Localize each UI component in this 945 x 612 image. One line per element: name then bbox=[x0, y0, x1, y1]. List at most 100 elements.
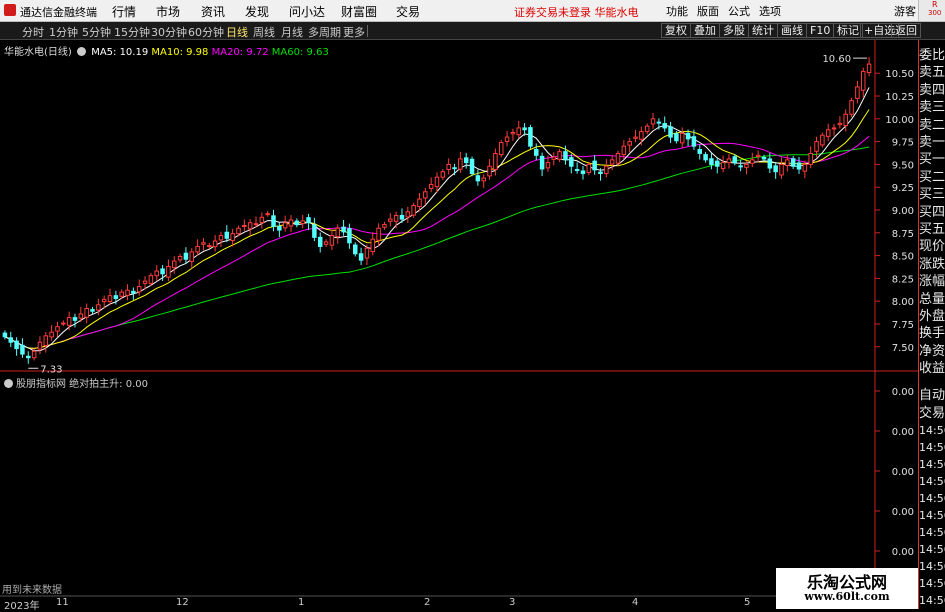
candle-body bbox=[703, 154, 708, 161]
candle-body bbox=[668, 126, 673, 138]
period-tab-60min[interactable]: 60分钟 bbox=[188, 24, 224, 40]
period-tab-timeshare[interactable]: 分时 bbox=[22, 24, 44, 40]
side-label: 卖四 bbox=[919, 82, 945, 98]
candle-body bbox=[534, 148, 539, 156]
candle bbox=[49, 325, 54, 341]
candle-body bbox=[522, 127, 527, 131]
candle bbox=[183, 247, 189, 265]
menu-formula[interactable]: 公式 bbox=[728, 3, 750, 19]
candle-body bbox=[446, 163, 451, 171]
period-tab-more[interactable]: 更多 bbox=[343, 24, 365, 40]
candle-body bbox=[61, 322, 66, 325]
side-label: 总量 bbox=[919, 291, 945, 307]
menu-trade[interactable]: 交易 bbox=[396, 3, 420, 20]
menu-market-quotes[interactable]: 行情 bbox=[112, 3, 136, 20]
menu-market[interactable]: 市场 bbox=[156, 3, 180, 20]
candle bbox=[2, 330, 8, 340]
candle bbox=[697, 144, 703, 160]
mark-button[interactable]: 标记 bbox=[833, 23, 863, 38]
period-tab-1min[interactable]: 1分钟 bbox=[49, 24, 78, 40]
candle-body bbox=[236, 227, 241, 235]
candle-body bbox=[294, 220, 300, 226]
side-label: 卖五 bbox=[919, 65, 945, 81]
indicator-info-line: 股朋指标网 绝对拍主升: 0.00 bbox=[4, 375, 148, 390]
menu-news[interactable]: 资讯 bbox=[201, 3, 225, 20]
date-label-nov: 11 bbox=[56, 597, 69, 608]
candle-body bbox=[113, 295, 119, 299]
candle-body bbox=[78, 313, 84, 319]
settings-dot-icon[interactable] bbox=[77, 47, 86, 56]
menu-options[interactable]: 选项 bbox=[759, 3, 781, 19]
price-tick-label: 8.75 bbox=[892, 229, 914, 240]
period-tab-15min[interactable]: 15分钟 bbox=[114, 24, 150, 40]
candle-body bbox=[160, 268, 165, 275]
back-button[interactable]: 返回 bbox=[891, 23, 921, 38]
candle-body bbox=[84, 307, 89, 318]
period-tab-5min[interactable]: 5分钟 bbox=[82, 24, 111, 40]
period-tab-monthly[interactable]: 月线 bbox=[281, 24, 303, 40]
adjust-price-button[interactable]: 复权 bbox=[661, 23, 691, 38]
side-label: 买一 bbox=[919, 152, 945, 168]
menu-functions[interactable]: 功能 bbox=[666, 3, 688, 19]
candle-body bbox=[171, 260, 177, 269]
menu-wealth-circle[interactable]: 财富圈 bbox=[341, 3, 377, 20]
candle-body bbox=[306, 217, 311, 224]
candle-body bbox=[825, 129, 831, 137]
candle-body bbox=[639, 131, 644, 140]
indicator-settings-icon[interactable] bbox=[4, 379, 13, 388]
candle-body bbox=[574, 169, 580, 172]
candle-body bbox=[732, 156, 738, 164]
candle bbox=[61, 320, 66, 327]
date-label-may: 5 bbox=[744, 597, 751, 608]
period-tab-weekly[interactable]: 周线 bbox=[253, 24, 275, 40]
candle-body bbox=[26, 355, 31, 359]
candle-body bbox=[866, 63, 872, 74]
candle bbox=[166, 259, 171, 281]
overlay-button[interactable]: 叠加 bbox=[690, 23, 720, 38]
period-tab-multi[interactable]: 多周期 bbox=[308, 24, 341, 40]
candle bbox=[353, 242, 358, 257]
candle-body bbox=[312, 224, 317, 238]
candle-body bbox=[767, 158, 773, 169]
kline-chart[interactable]: 7.50 7.75 8.00 8.25 8.50 8.75 9.00 9.25 9.50 9.75… bbox=[0, 40, 918, 597]
candle-body bbox=[335, 227, 340, 238]
candle bbox=[55, 321, 60, 338]
menu-layout[interactable]: 版面 bbox=[697, 3, 719, 19]
candle-body bbox=[212, 240, 218, 248]
chart-info-line: 华能水电(日线) MA5: 10.19 MA10: 9.98 MA20: 9.7… bbox=[4, 43, 329, 58]
ma10-label: MA10: 9.98 bbox=[151, 47, 209, 58]
indicator-axis: 0.000.000.000.000.000.00 bbox=[875, 387, 914, 597]
candle-body bbox=[119, 291, 124, 297]
candle-body bbox=[726, 158, 732, 164]
menu-discover[interactable]: 发现 bbox=[245, 3, 269, 20]
candle bbox=[423, 187, 428, 206]
candle-body bbox=[382, 224, 387, 228]
ma60-label: MA60: 9.63 bbox=[271, 47, 329, 58]
candle-body bbox=[90, 309, 95, 312]
candle bbox=[230, 228, 235, 247]
multi-stock-button[interactable]: 多股 bbox=[719, 23, 749, 38]
candle bbox=[300, 214, 305, 229]
ma20-line bbox=[4, 135, 870, 349]
draw-line-button[interactable]: 画线 bbox=[777, 23, 807, 38]
candle-body bbox=[347, 228, 352, 244]
candle-body bbox=[43, 335, 49, 346]
price-tick-label: 8.25 bbox=[892, 274, 914, 285]
candle bbox=[358, 247, 364, 266]
guest-user[interactable]: 游客 bbox=[894, 3, 916, 19]
statistics-button[interactable]: 统计 bbox=[748, 23, 778, 38]
candle-body bbox=[353, 244, 358, 255]
candle bbox=[440, 168, 446, 180]
candle-body bbox=[860, 70, 866, 91]
candle-body bbox=[644, 125, 650, 133]
candle-body bbox=[399, 214, 405, 220]
candle-body bbox=[154, 270, 159, 277]
menu-assistant[interactable]: 问小达 bbox=[289, 3, 325, 20]
f10-button[interactable]: F10 bbox=[806, 23, 835, 38]
period-tab-daily[interactable]: 日线 bbox=[226, 24, 248, 40]
price-tick-label: 8.50 bbox=[892, 252, 914, 263]
candle-body bbox=[750, 159, 755, 164]
period-tab-30min[interactable]: 30分钟 bbox=[151, 24, 187, 40]
ma20-label: MA20: 9.72 bbox=[211, 47, 269, 58]
trade-login-notice[interactable]: 证券交易未登录 华能水电 bbox=[514, 4, 639, 20]
